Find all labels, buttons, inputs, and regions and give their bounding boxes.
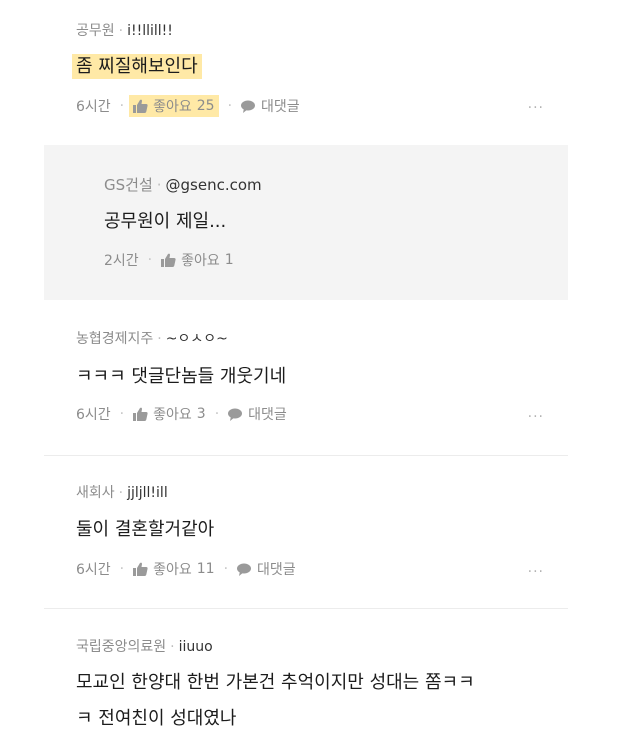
reply-label: 대댓글: [257, 562, 296, 578]
action-separator: ·: [223, 561, 229, 577]
more-dots-icon[interactable]: ...: [528, 96, 544, 112]
reply-button[interactable]: 대댓글: [241, 96, 300, 116]
comment-meta: 농협경제지주 · ~ㅇㅅㅇ~: [76, 328, 228, 348]
more-dots-icon[interactable]: ...: [528, 560, 544, 576]
comment-text-highlight: 좀 찌질해보인다: [72, 54, 202, 79]
like-label: 좋아요: [153, 99, 192, 115]
author-handle[interactable]: iiuuo: [179, 639, 213, 655]
comment-meta: 새회사 · jjljll!ill: [76, 482, 168, 502]
like-count: 3: [196, 406, 206, 422]
like-button[interactable]: 좋아요 3: [133, 404, 206, 424]
like-button[interactable]: 좋아요 25: [129, 95, 219, 117]
action-separator: ·: [214, 406, 220, 422]
author-company[interactable]: 공무원: [76, 23, 115, 39]
comment-time: 2시간: [104, 253, 139, 269]
action-separator: ·: [119, 406, 125, 422]
comment-actions: 6시간 · 좋아요 3 · 대댓글: [76, 404, 287, 424]
like-button[interactable]: 좋아요 11: [133, 559, 215, 579]
meta-separator: ·: [118, 23, 124, 39]
comment-time: 6시간: [76, 99, 111, 115]
speech-bubble-icon: [228, 408, 243, 421]
like-label: 좋아요: [181, 253, 220, 269]
meta-separator: ·: [156, 176, 162, 194]
thumbs-up-icon: [133, 99, 148, 113]
comment-time: 6시간: [76, 407, 111, 423]
thumbs-up-icon: [133, 562, 148, 576]
author-handle[interactable]: ~ㅇㅅㅇ~: [166, 331, 228, 347]
like-label: 좋아요: [153, 407, 192, 423]
action-separator: ·: [227, 98, 233, 114]
reply-label: 대댓글: [261, 99, 300, 115]
reply-label: 대댓글: [248, 407, 287, 423]
action-separator: ·: [119, 561, 125, 577]
speech-bubble-icon: [241, 100, 256, 113]
comment-meta: GS건설 · @gsenc.com: [104, 174, 262, 195]
author-company[interactable]: 농협경제지주: [76, 331, 153, 347]
comment-text: 공무원이 제일...: [104, 211, 227, 232]
comment-text: 둘이 결혼할거같아: [76, 519, 215, 540]
speech-bubble-icon: [237, 563, 252, 576]
comment-actions: 6시간 · 좋아요 11 · 대댓글: [76, 559, 296, 579]
thumbs-up-icon: [161, 253, 176, 267]
comment-text-line: ㅋ 전여친이 성대였나: [76, 708, 237, 729]
comment-divider: [44, 455, 568, 456]
like-count: 11: [196, 561, 215, 577]
comment-meta: 국립중앙의료원 · iiuuo: [76, 636, 213, 656]
comment-actions: 6시간 · 좋아요 25 · 대댓글: [76, 95, 300, 117]
comment-actions: 2시간 · 좋아요 1: [104, 250, 234, 270]
meta-separator: ·: [118, 485, 124, 501]
author-handle[interactable]: @gsenc.com: [166, 176, 262, 194]
comment-divider: [44, 608, 568, 609]
author-handle[interactable]: jjljll!ill: [127, 485, 168, 501]
like-count: 25: [196, 98, 215, 114]
action-separator: ·: [119, 98, 125, 114]
comment-text: ㅋㅋㅋ 댓글단놈들 개웃기네: [76, 366, 287, 387]
more-dots-icon[interactable]: ...: [528, 405, 544, 421]
author-company[interactable]: 새회사: [76, 485, 115, 501]
reply-button[interactable]: 대댓글: [228, 404, 287, 424]
meta-separator: ·: [157, 331, 162, 347]
like-button[interactable]: 좋아요 1: [161, 250, 234, 270]
action-separator: ·: [147, 252, 153, 268]
reply-button[interactable]: 대댓글: [237, 559, 296, 579]
like-label: 좋아요: [153, 562, 192, 578]
comment-text-line: 모교인 한양대 한번 가본건 추억이지만 성대는 쫌ㅋㅋ: [76, 672, 475, 693]
comment-meta: 공무원 · i!!llill!!: [76, 20, 173, 40]
author-company[interactable]: 국립중앙의료원: [76, 639, 166, 655]
comment-time: 6시간: [76, 562, 111, 578]
comment-text: 좀 찌질해보인다: [72, 52, 202, 79]
meta-separator: ·: [170, 639, 175, 655]
thumbs-up-icon: [133, 407, 148, 421]
author-handle[interactable]: i!!llill!!: [127, 23, 173, 39]
like-count: 1: [224, 252, 234, 268]
author-company[interactable]: GS건설: [104, 176, 153, 194]
